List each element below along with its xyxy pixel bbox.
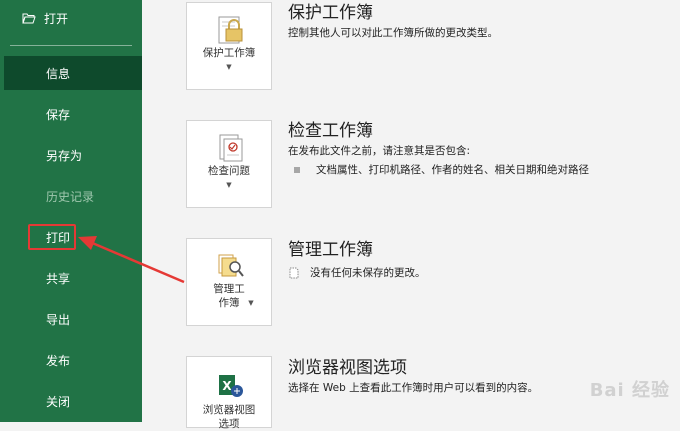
browser-tile-label-line1: 浏览器视图 bbox=[202, 404, 256, 416]
sidebar-item-label: 历史记录 bbox=[46, 189, 95, 204]
manage-tile-label-line1: 管理工 bbox=[213, 283, 245, 295]
sidebar-item-label: 发布 bbox=[46, 353, 71, 368]
inspect-bullet-text: 文档属性、打印机路径、作者的姓名、相关日期和绝对路径 bbox=[316, 164, 589, 176]
open-label: 打开 bbox=[44, 11, 69, 26]
sidebar-item-label: 保存 bbox=[46, 107, 71, 122]
sidebar-item-publish[interactable]: 发布 bbox=[4, 343, 142, 377]
bullet-square-icon bbox=[294, 166, 300, 173]
unsaved-changes-text: 没有任何未保存的更改。 bbox=[310, 267, 426, 279]
browser-tile-label-line2: 选项 bbox=[218, 418, 240, 430]
protect-description: 控制其他人可以对此工作簿所做的更改类型。 bbox=[288, 27, 498, 39]
sidebar-item-label: 导出 bbox=[46, 312, 71, 327]
sidebar-item-label: 打印 bbox=[46, 230, 71, 245]
protect-section: 保护工作簿 控制其他人可以对此工作簿所做的更改类型。 bbox=[288, 2, 680, 40]
chevron-down-icon: ▼ bbox=[226, 63, 232, 71]
manage-section: 管理工作簿 没有任何未保存的更改。 bbox=[288, 239, 680, 280]
document-icon bbox=[288, 267, 300, 279]
unsaved-changes-row: 没有任何未保存的更改。 bbox=[288, 265, 680, 280]
watermark-logo: Bai 经验 bbox=[589, 380, 670, 401]
sidebar-item-label: 信息 bbox=[46, 66, 71, 81]
sidebar-item-print[interactable]: 打印 bbox=[4, 220, 142, 254]
protect-title: 保护工作簿 bbox=[288, 3, 373, 23]
excel-web-icon: X bbox=[213, 371, 247, 401]
svg-text:X: X bbox=[222, 379, 232, 393]
sidebar-item-save[interactable]: 保存 bbox=[4, 97, 142, 131]
inspect-title: 检查工作簿 bbox=[288, 121, 373, 141]
check-issues-button[interactable]: 检查问题 ▼ bbox=[186, 120, 272, 208]
sidebar-item-save-as[interactable]: 另存为 bbox=[4, 138, 142, 172]
sidebar-item-export[interactable]: 导出 bbox=[4, 302, 142, 336]
protect-tile-label: 保护工作簿 bbox=[202, 47, 256, 59]
info-panel: 保护工作簿 ▼ 保护工作簿 控制其他人可以对此工作簿所做的更改类型。 检查问题 … bbox=[142, 0, 680, 430]
manage-title: 管理工作簿 bbox=[288, 240, 373, 260]
open-menu-item[interactable]: 打开 bbox=[0, 0, 142, 36]
backstage-sidebar: 打开 信息 保存 另存为 历史记录 打印 共享 导出 发布 关闭 bbox=[0, 0, 142, 422]
sidebar-item-label: 共享 bbox=[46, 271, 71, 286]
sidebar-item-label: 另存为 bbox=[46, 148, 83, 163]
sidebar-item-label: 关闭 bbox=[46, 394, 71, 409]
sidebar-item-info[interactable]: 信息 bbox=[4, 56, 142, 90]
sidebar-divider bbox=[10, 45, 132, 46]
sidebar-item-close[interactable]: 关闭 bbox=[4, 384, 142, 418]
browser-view-options-button[interactable]: X 浏览器视图 选项 bbox=[186, 356, 272, 430]
chevron-down-icon: ▼ bbox=[248, 299, 254, 307]
manage-workbook-icon bbox=[213, 251, 247, 281]
inspect-section: 检查工作簿 在发布此文件之前，请注意其是否包含: 文档属性、打印机路径、作者的姓… bbox=[288, 120, 680, 177]
inspect-document-icon bbox=[213, 133, 247, 163]
manage-workbook-button[interactable]: 管理工 作簿 ▼ bbox=[186, 238, 272, 326]
folder-open-icon bbox=[22, 12, 36, 24]
check-issues-label: 检查问题 bbox=[208, 165, 250, 177]
inspect-bullet: 文档属性、打印机路径、作者的姓名、相关日期和绝对路径 bbox=[288, 162, 680, 177]
chevron-down-icon: ▼ bbox=[226, 181, 232, 189]
protect-workbook-button[interactable]: 保护工作簿 ▼ bbox=[186, 2, 272, 90]
inspect-description: 在发布此文件之前，请注意其是否包含: bbox=[288, 145, 471, 157]
lock-icon bbox=[213, 15, 247, 45]
sidebar-item-history[interactable]: 历史记录 bbox=[4, 179, 142, 213]
sidebar-item-share[interactable]: 共享 bbox=[4, 261, 142, 295]
